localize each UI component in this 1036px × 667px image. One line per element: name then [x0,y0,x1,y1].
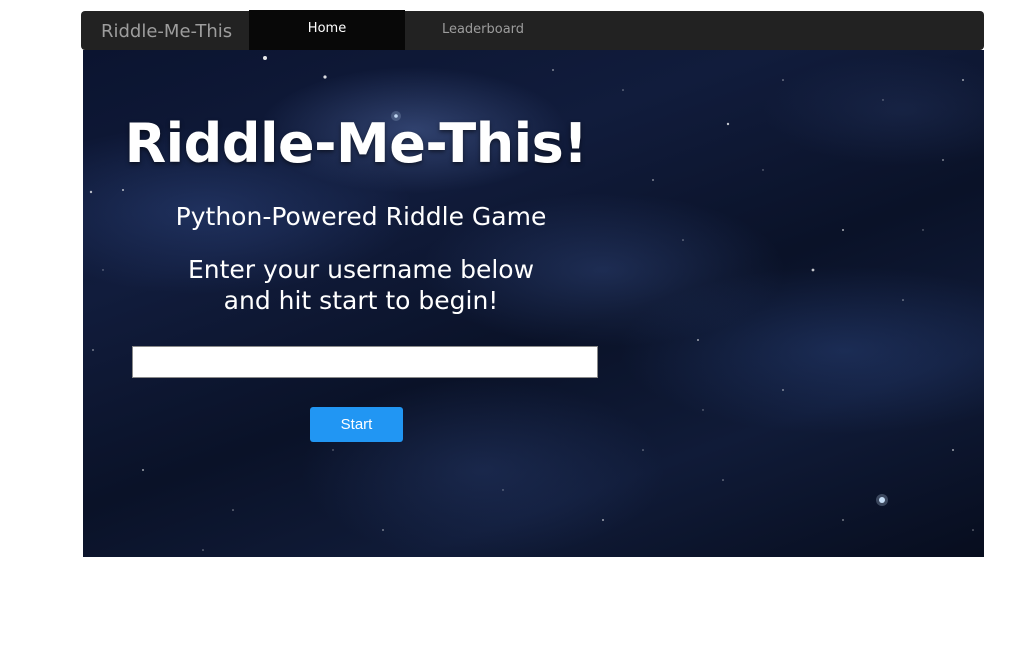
tab-home[interactable]: Home [249,10,405,50]
tab-leaderboard[interactable]: Leaderboard [405,11,561,50]
username-input[interactable] [132,346,598,378]
page-title: Riddle-Me-This! [124,112,588,175]
instructions-line-1: Enter your username below [187,255,535,284]
hero-space-background: Riddle-Me-This! Python-Powered Riddle Ga… [83,50,984,557]
top-navbar: Riddle-Me-This Home Leaderboard [81,10,984,50]
page-subtitle: Python-Powered Riddle Game [175,202,547,231]
instructions-text: Enter your username below and hit start … [83,254,639,316]
start-button[interactable]: Start [310,407,403,442]
brand-link[interactable]: Riddle-Me-This [101,11,232,50]
instructions-line-2: and hit start to begin! [223,286,499,315]
